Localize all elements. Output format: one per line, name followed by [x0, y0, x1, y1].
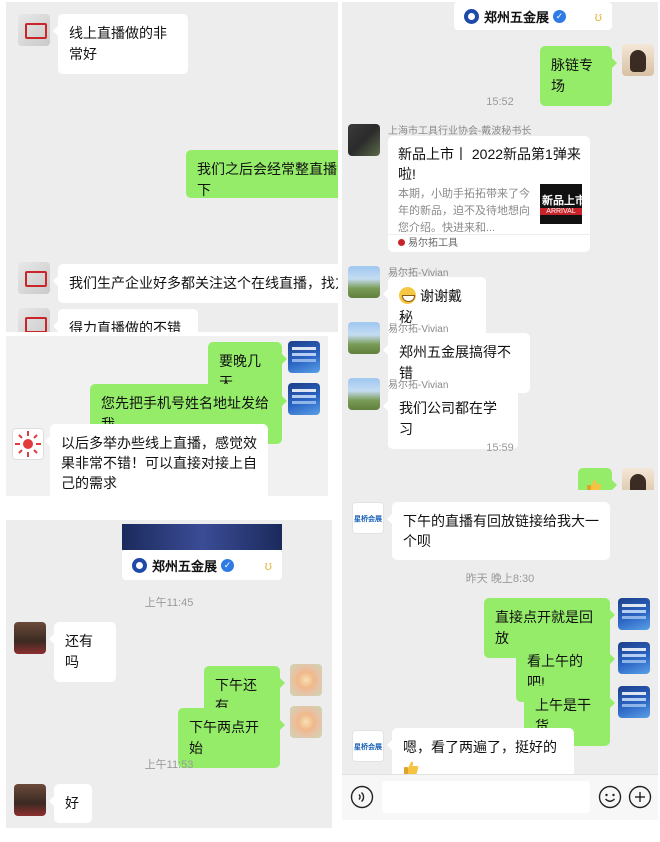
avatar-flower[interactable] [290, 664, 322, 696]
thumbnail-subtext: ARRIVAL [540, 208, 582, 215]
message-line: 我们之后会经常整直播活动 [197, 161, 338, 177]
avatar-zhengzhou-expo[interactable] [288, 383, 320, 415]
timestamp: 上午11:53 [144, 759, 194, 771]
avatar-zhengzhou-expo[interactable] [618, 598, 650, 630]
avatar-zhengzhou-expo[interactable] [288, 341, 320, 373]
avatar-person[interactable] [622, 44, 654, 76]
article-footer: 易尔拓工具 [388, 234, 590, 252]
avatar-crowd[interactable] [14, 622, 46, 654]
article-thumbnail: 新品上市 ARRIVAL [540, 184, 582, 224]
message-bubble[interactable]: 得力直播做的不错 [53, 309, 198, 332]
sender-name: 上海市工具行业协会-戴波秘书长 [388, 126, 532, 137]
thumbs-up-icon [587, 479, 602, 490]
message-bubble[interactable]: 以后多举办些线上直播，感觉效果非常不错！可以直接对接上自己的需求 [45, 424, 268, 496]
avatar-zhengzhou-expo[interactable] [618, 642, 650, 674]
plus-icon[interactable] [628, 785, 652, 809]
timestamp: 昨天 晚上8:30 [465, 573, 535, 585]
message-text: 得力直播做的不错 [69, 320, 181, 332]
xingqiao-logo-text: 星桥会展 [354, 744, 382, 751]
video-card-banner [122, 524, 282, 550]
emoji-icon[interactable] [598, 785, 622, 809]
message-bubble-own[interactable]: 我们之后会经常整直播活动 下 [186, 150, 338, 198]
article-description: 本期，小助手拓拓带来了今年的新品，迫不及待地想向您介绍。快进来和... [398, 188, 530, 234]
message-bubble[interactable]: 好 [49, 784, 92, 823]
message-bubble[interactable]: 线上直播做的非常好 [53, 14, 188, 74]
timestamp: 15:52 [486, 96, 514, 108]
grin-emoji-icon [399, 287, 416, 304]
message-bubble-own[interactable] [578, 468, 617, 490]
right-bottom-chat-panel: 星桥会展 下午的直播有回放链接给我大一个呗 昨天 晚上8:30 直接点开就是回放… [342, 490, 658, 820]
avatar-xingqiao-expo[interactable]: 星桥会展 [352, 502, 384, 534]
message-bubble[interactable]: 我们公司都在学习 [383, 389, 518, 449]
avatar-dai-bo[interactable] [348, 124, 380, 156]
avatar-company[interactable] [18, 308, 50, 332]
article-source: 易尔拓工具 [408, 238, 458, 249]
message-bubble[interactable]: 下午的直播有回放链接给我大一个呗 [387, 502, 610, 560]
channels-icon: ʊ [594, 8, 602, 24]
avatar-company[interactable] [18, 14, 50, 46]
avatar-sun-logo[interactable] [12, 428, 44, 460]
voice-icon[interactable] [350, 785, 374, 809]
avatar-company[interactable] [18, 262, 50, 294]
left-top-chat-panel: 线上直播做的非常好 我们之后会经常整直播活动 下 我们生产企业好多都关注这个在线… [6, 2, 338, 332]
avatar-vivian[interactable] [348, 266, 380, 298]
channel-name: 郑州五金展 [152, 558, 218, 574]
avatar-vivian[interactable] [348, 322, 380, 354]
source-icon [398, 239, 405, 246]
channels-icon: ʊ [264, 557, 272, 573]
thumbnail-text: 新品上市 [542, 195, 582, 207]
message-bubble[interactable]: 还有吗 [49, 622, 116, 682]
message-input[interactable] [382, 781, 590, 813]
message-bubble[interactable]: 我们生产企业好多都关注这个在线直播，找方向 [53, 264, 338, 303]
article-card[interactable]: 新品上市丨 2022新品第1弹来啦! 本期，小助手拓拓带来了今年的新品，迫不及待… [388, 136, 590, 252]
channel-card[interactable]: 郑州五金展 ✓ ʊ [122, 550, 282, 580]
channel-name: 郑州五金展 [484, 9, 550, 25]
timestamp: 15:59 [486, 442, 514, 454]
left-mid-chat-panel: 要晚几天 您先把手机号姓名地址发给我 以后多举办些线上直播，感觉效果非常不错！可… [6, 336, 328, 496]
zhengzhou-logo-icon [132, 557, 147, 573]
sun-logo-icon [15, 431, 41, 457]
channel-card[interactable]: 郑州五金展 ✓ ʊ [454, 2, 612, 30]
timestamp: 上午11:45 [144, 597, 194, 609]
avatar-person[interactable] [622, 468, 654, 490]
avatar-xingqiao-expo[interactable]: 星桥会展 [352, 730, 384, 762]
avatar-zhengzhou-expo[interactable] [618, 686, 650, 718]
message-line: 下 [197, 182, 211, 198]
message-text: 嗯，看了两遍了，挺好的 [403, 739, 557, 755]
verified-badge-icon: ✓ [553, 9, 567, 23]
xingqiao-logo-text: 星桥会展 [354, 516, 382, 523]
right-top-chat-panel: 郑州五金展 ✓ ʊ 脉链专场 15:52 上海市工具行业协会-戴波秘书长 新品上… [342, 2, 658, 490]
article-title: 新品上市丨 2022新品第1弹来啦! [398, 146, 581, 182]
chat-input-bar [342, 774, 658, 820]
zhengzhou-logo-icon [464, 8, 479, 24]
avatar-vivian[interactable] [348, 378, 380, 410]
avatar-crowd[interactable] [14, 784, 46, 816]
avatar-flower[interactable] [290, 706, 322, 738]
verified-badge-icon: ✓ [221, 558, 235, 572]
left-bottom-chat-panel: 郑州五金展 ✓ ʊ 上午11:45 还有吗 下午还有 下午两点开始 上午11:5… [6, 520, 332, 828]
